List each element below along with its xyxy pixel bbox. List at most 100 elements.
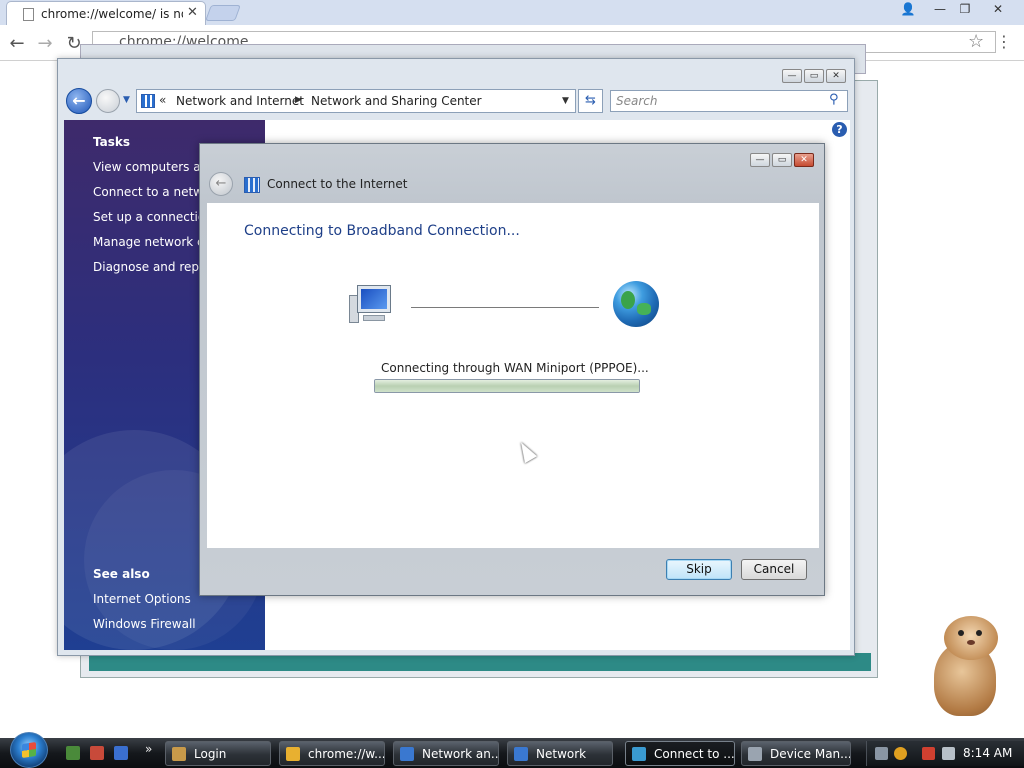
hamster-eye — [976, 630, 982, 636]
address-dropdown-icon[interactable]: ▼ — [562, 96, 569, 106]
app-icon — [748, 747, 762, 761]
network-connection-icon — [244, 177, 260, 193]
task-manage-connections[interactable]: Manage network co — [93, 235, 211, 249]
globe-landmass — [621, 291, 635, 309]
quicklaunch-icon[interactable] — [90, 746, 104, 760]
app-icon — [514, 747, 528, 761]
globe-icon — [613, 281, 659, 327]
back-arrow-icon[interactable]: ← — [66, 88, 92, 114]
taskbar-item-network[interactable]: Network — [507, 741, 613, 766]
tab-close-button[interactable]: ✕ — [187, 5, 198, 20]
app-icon — [286, 747, 300, 761]
taskbar-item-login[interactable]: Login — [165, 741, 271, 766]
taskbar-item-network-and[interactable]: Network an... — [393, 741, 499, 766]
browser-menu-button[interactable]: ⋮ — [996, 32, 1012, 51]
back-arrow-icon[interactable]: ← — [209, 172, 233, 196]
tray-network-icon[interactable] — [875, 747, 888, 760]
taskbar-item-label: chrome://w... — [308, 747, 385, 761]
hamster-eye — [958, 630, 964, 636]
forward-button[interactable]: → — [35, 33, 55, 54]
back-button[interactable]: ← — [7, 33, 27, 54]
see-also-heading: See also — [93, 567, 150, 581]
close-button[interactable]: ✕ — [984, 0, 1012, 18]
search-input[interactable]: Search ⚲ — [610, 90, 848, 112]
minimize-button[interactable]: — — [926, 0, 954, 18]
computer-icon — [349, 283, 397, 325]
task-diagnose-repair[interactable]: Diagnose and repair — [93, 260, 215, 274]
maximize-button[interactable]: ▭ — [772, 153, 792, 167]
connection-heading: Connecting to Broadband Connection... — [244, 223, 520, 239]
skip-button[interactable]: Skip — [666, 559, 732, 580]
taskbar: » Login chrome://w... Network an... Netw… — [0, 732, 1024, 768]
hamster-gadget-icon[interactable] — [924, 616, 1008, 720]
dialog-title: Connect to the Internet — [267, 177, 408, 191]
breadcrumb-separator-icon[interactable]: ▶ — [295, 95, 302, 105]
address-breadcrumb[interactable]: « Network and Internet ▶ Network and Sha… — [136, 89, 576, 113]
app-icon — [632, 747, 646, 761]
tray-volume-icon[interactable] — [942, 747, 955, 760]
new-tab-button[interactable] — [205, 5, 241, 21]
task-connect-network[interactable]: Connect to a networ — [93, 185, 215, 199]
close-button[interactable]: ✕ — [794, 153, 814, 167]
app-icon — [400, 747, 414, 761]
page-icon — [23, 8, 34, 21]
taskbar-item-chrome[interactable]: chrome://w... — [279, 741, 385, 766]
dialog-body: Connecting to Broadband Connection... Co… — [207, 203, 819, 548]
refresh-icon[interactable]: ⇆ — [578, 89, 603, 113]
browser-tab[interactable]: chrome://welcome/ is not ✕ — [6, 1, 206, 26]
taskbar-item-label: Connect to ... — [654, 747, 735, 761]
task-view-computers[interactable]: View computers and — [93, 160, 216, 174]
quicklaunch-icon[interactable] — [66, 746, 80, 760]
close-button[interactable]: ✕ — [826, 69, 846, 83]
progress-fill — [375, 380, 639, 392]
hamster-head — [944, 616, 998, 660]
connection-status-text: Connecting through WAN Miniport (PPPOE).… — [381, 361, 649, 375]
taskbar-item-label: Device Man... — [770, 747, 851, 761]
task-setup-connection[interactable]: Set up a connection — [93, 210, 213, 224]
tray-search-icon[interactable] — [894, 747, 907, 760]
search-icon[interactable]: ⚲ — [829, 92, 839, 107]
taskbar-item-connect[interactable]: Connect to ... — [625, 741, 735, 766]
system-tray: 8:14 AM — [866, 741, 1024, 766]
taskbar-item-device-manager[interactable]: Device Man... — [741, 741, 851, 766]
connect-to-internet-dialog: — ▭ ✕ ← Connect to the Internet Connecting… — [199, 143, 825, 596]
link-internet-options[interactable]: Internet Options — [93, 592, 191, 606]
globe-landmass — [637, 303, 651, 315]
help-icon[interactable]: ? — [832, 122, 847, 137]
restore-button[interactable]: ❐ — [951, 0, 979, 18]
breadcrumb-chevron[interactable]: « — [159, 93, 166, 107]
start-button[interactable] — [10, 732, 48, 768]
recent-pages-dropdown[interactable]: ▼ — [123, 95, 130, 105]
breadcrumb-network-internet[interactable]: Network and Internet — [176, 94, 304, 108]
tasks-heading: Tasks — [93, 135, 131, 149]
dialog-window-controls: — ▭ ✕ — [748, 151, 814, 167]
search-placeholder: Search — [616, 94, 658, 108]
tray-connection-icon[interactable] — [922, 747, 935, 760]
taskbar-clock[interactable]: 8:14 AM — [963, 746, 1012, 760]
bookmark-star-icon[interactable]: ☆ — [968, 31, 984, 52]
maximize-button[interactable]: ▭ — [804, 69, 824, 83]
quicklaunch-more-icon[interactable]: » — [145, 742, 152, 756]
forward-arrow-icon[interactable] — [96, 89, 120, 113]
hamster-nose — [967, 640, 975, 645]
minimize-button[interactable]: — — [750, 153, 770, 167]
link-windows-firewall[interactable]: Windows Firewall — [93, 617, 196, 631]
minimize-button[interactable]: — — [782, 69, 802, 83]
computer-keyboard — [363, 315, 385, 321]
breadcrumb-sharing-center[interactable]: Network and Sharing Center — [311, 94, 482, 108]
tab-title: chrome://welcome/ is not — [41, 7, 183, 21]
app-icon — [172, 747, 186, 761]
cancel-button[interactable]: Cancel — [741, 559, 807, 580]
browser-tabstrip: chrome://welcome/ is not ✕ 👤 — ❐ ✕ — [0, 0, 1024, 26]
computer-screen — [361, 289, 387, 309]
connection-line — [411, 307, 599, 308]
network-icon — [141, 94, 155, 108]
user-icon[interactable]: 👤 — [894, 0, 922, 18]
taskbar-item-label: Network — [536, 747, 587, 761]
window-controls: — ▭ ✕ — [780, 67, 846, 83]
connection-progress-bar — [374, 379, 640, 393]
windows-logo-icon — [22, 742, 36, 758]
taskbar-item-label: Network an... — [422, 747, 499, 761]
taskbar-item-label: Login — [194, 747, 227, 761]
show-desktop-icon[interactable] — [114, 746, 128, 760]
